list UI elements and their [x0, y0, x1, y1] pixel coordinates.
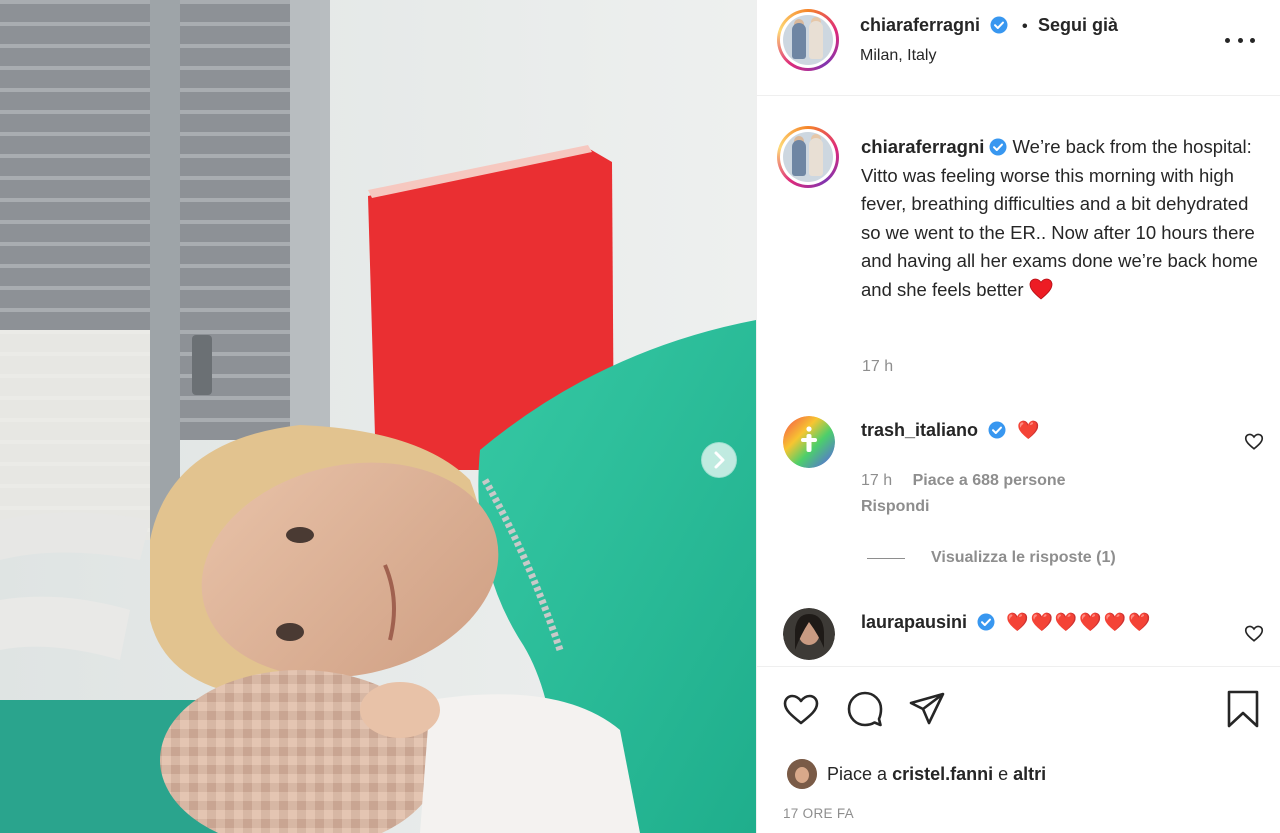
likes-user-link[interactable]: cristel.fanni: [892, 764, 993, 785]
red-heart-emoji-icon: [1029, 278, 1053, 300]
heart-icon[interactable]: [781, 689, 821, 729]
comment-like-heart-icon[interactable]: [1243, 430, 1265, 452]
next-photo-button[interactable]: [701, 442, 737, 478]
following-button[interactable]: Segui già: [1038, 15, 1118, 35]
comment-text: ❤️: [1017, 420, 1040, 440]
commenter-username[interactable]: laurapausini: [861, 612, 967, 632]
view-replies-button[interactable]: Visualizza le risposte (1): [867, 549, 1116, 567]
comment-like-heart-icon[interactable]: [1243, 622, 1265, 644]
verified-badge-icon: [989, 138, 1007, 156]
likes-joiner: e: [998, 763, 1009, 784]
verified-badge-icon: [977, 613, 995, 631]
post-actions-bar: Piace a cristel.fanni e altri 17 ORE FA: [757, 666, 1280, 833]
likes-others-link[interactable]: altri: [1013, 764, 1046, 785]
verified-badge-icon: [990, 16, 1008, 34]
author-username[interactable]: chiaraferragni: [860, 15, 980, 35]
comment-likes-count[interactable]: Piace a 688 persone: [913, 472, 1066, 489]
comment-body: laurapausini ❤️❤️❤️❤️❤️❤️: [861, 612, 1153, 633]
caption-username[interactable]: chiaraferragni: [861, 136, 984, 157]
verified-badge-icon: [988, 421, 1006, 439]
post-photo: [0, 0, 756, 833]
post-timestamp: 17 ORE FA: [783, 806, 854, 821]
laurapausini-avatar-image: [783, 608, 835, 660]
commenter-username[interactable]: trash_italiano: [861, 420, 978, 440]
caption-time: 17 h: [862, 358, 894, 375]
comment-bubble-icon[interactable]: [845, 689, 885, 729]
comment-meta: 17 h Piace a 688 persone: [861, 472, 1066, 490]
liker-avatar[interactable]: [787, 759, 817, 789]
separator-dot: •: [1021, 18, 1028, 35]
header-title-row: chiaraferragni • Segui già: [860, 15, 1118, 36]
comment-text: ❤️❤️❤️❤️❤️❤️: [1006, 612, 1153, 632]
reply-button[interactable]: Rispondi: [861, 498, 929, 515]
post-side-panel: chiaraferragni • Segui già Milan, Italy …: [756, 0, 1280, 833]
comment-body: trash_italiano ❤️: [861, 420, 1040, 441]
author-avatar[interactable]: [777, 9, 839, 71]
bookmark-icon[interactable]: [1223, 689, 1263, 729]
trash-italiano-logo-icon: [783, 416, 835, 468]
more-options-icon: [1225, 37, 1230, 43]
caption-text: We’re back from the hospital: Vitto was …: [861, 136, 1258, 300]
caption-author-avatar[interactable]: [777, 126, 839, 188]
post-caption: chiaraferragni We’re back from the hospi…: [861, 133, 1261, 304]
view-replies-label: Visualizza le risposte (1): [931, 549, 1116, 566]
comment-time: 17 h: [861, 472, 893, 489]
liker-avatar-image: [787, 759, 817, 789]
more-options-button[interactable]: [1225, 28, 1255, 52]
replies-divider-line: [867, 557, 905, 559]
likes-summary: Piace a cristel.fanni e altri: [787, 759, 1046, 789]
commenter-avatar[interactable]: [783, 416, 835, 468]
post-header: chiaraferragni • Segui già Milan, Italy: [757, 0, 1280, 96]
photo-illustration: [0, 0, 756, 833]
chevron-right-icon: [702, 443, 736, 477]
post-location[interactable]: Milan, Italy: [860, 47, 936, 65]
likes-prefix: Piace a: [827, 763, 888, 784]
paper-plane-icon[interactable]: [907, 689, 947, 729]
comment-reply-row: Rispondi: [861, 498, 929, 516]
commenter-avatar[interactable]: [783, 608, 835, 660]
